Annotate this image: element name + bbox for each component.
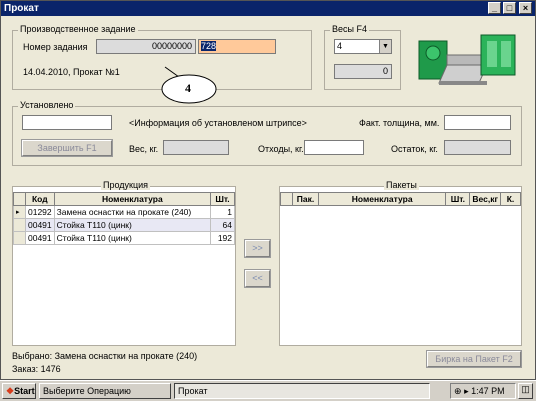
row-selector-header xyxy=(13,192,26,206)
row-code: 00491 xyxy=(25,218,55,232)
row-name: Стойка Т110 (цинк) xyxy=(53,231,212,245)
weight-label: Вес, кг. xyxy=(129,144,159,154)
thickness-label: Факт. толщина, мм. xyxy=(359,118,440,128)
task-number-input-value: 728 xyxy=(201,41,217,51)
row-selector xyxy=(13,231,26,245)
windows-logo-icon: ❖ xyxy=(6,386,15,396)
packages-table: Пак. Номенклатура Шт. Вес,кг К. xyxy=(280,192,521,206)
remainder-label: Остаток, кг. xyxy=(391,144,438,154)
scales-select[interactable]: 4 ▼ xyxy=(334,39,392,54)
callout-number: 4 xyxy=(185,81,191,95)
row-qty: 64 xyxy=(210,218,235,232)
table-row[interactable]: ▸ 01292 Замена оснастки на прокате (240)… xyxy=(13,205,235,219)
scales-selected-value: 4 xyxy=(337,41,343,51)
row-name: Замена оснастки на прокате (240) xyxy=(53,205,212,219)
window-title: Прокат xyxy=(4,3,39,14)
row-code: 00491 xyxy=(25,231,55,245)
products-group-label: Продукция xyxy=(101,180,151,190)
minimize-button[interactable]: _ xyxy=(488,2,501,14)
column-header-k[interactable]: К. xyxy=(500,192,521,206)
maximize-button[interactable]: □ xyxy=(503,2,516,14)
start-label: Start xyxy=(14,386,35,396)
row-qty: 192 xyxy=(210,231,235,245)
row-code: 01292 xyxy=(25,205,55,219)
rolling-machine-image xyxy=(418,34,516,85)
scales-group-label: Весы F4 xyxy=(330,24,369,34)
remainder-field xyxy=(444,140,511,155)
column-header-qty[interactable]: Шт. xyxy=(210,192,235,206)
move-back-button[interactable]: << xyxy=(244,269,271,288)
packages-panel xyxy=(279,186,522,346)
taskbar-item-operation[interactable]: Выберите Операцию xyxy=(39,383,171,399)
weight-field xyxy=(163,140,229,155)
row-qty: 1 xyxy=(210,205,235,219)
task-number-label: Номер задания xyxy=(23,42,88,52)
waste-label: Отходы, кг. xyxy=(258,144,304,154)
clock: 1:47 PM xyxy=(471,386,505,396)
taskbar-item-rolling[interactable]: Прокат xyxy=(174,383,430,399)
strip-info-text: <Информация об установленом штрипсе> xyxy=(129,118,307,128)
show-desktop-icon[interactable]: ◫ xyxy=(518,383,533,399)
strip-code-input[interactable] xyxy=(22,115,112,130)
finish-button[interactable]: Завершить F1 xyxy=(21,139,113,157)
start-button[interactable]: ❖Start xyxy=(2,383,36,399)
title-bar: Прокат _ □ × xyxy=(1,1,535,16)
column-header-package[interactable]: Пак. xyxy=(292,192,319,206)
waste-input[interactable] xyxy=(304,140,364,155)
row-selector xyxy=(13,218,26,232)
selected-item-text: Выбрано: Замена оснастки на прокате (240… xyxy=(12,351,198,361)
package-label-button[interactable]: Бирка на Пакет F2 xyxy=(426,350,522,368)
main-window: Прокат _ □ × Производственное задание Но… xyxy=(0,0,536,380)
task-number-input[interactable]: 728 xyxy=(198,39,276,54)
thickness-input[interactable] xyxy=(444,115,511,130)
network-icon[interactable]: ⊕ xyxy=(454,386,462,396)
tray-icon[interactable]: ▸ xyxy=(464,386,469,396)
system-tray: ⊕ ▸ 1:47 PM xyxy=(450,383,516,399)
column-header-qty[interactable]: Шт. xyxy=(445,192,471,206)
task-number-field: 00000000 xyxy=(96,39,196,54)
products-table: Код Номенклатура Шт. ▸ 01292 Замена осна… xyxy=(13,192,235,245)
table-row[interactable]: 00491 Стойка Т110 (цинк) 64 xyxy=(13,218,235,232)
move-to-package-button[interactable]: >> xyxy=(244,239,271,258)
packages-group-label: Пакеты xyxy=(384,180,419,190)
table-row[interactable]: 00491 Стойка Т110 (цинк) 192 xyxy=(13,231,235,245)
task-info-text: 14.04.2010, Прокат №1 xyxy=(23,67,120,77)
column-header-weight[interactable]: Вес,кг xyxy=(469,192,501,206)
scales-reading: 0 xyxy=(334,64,392,79)
column-header-code[interactable]: Код xyxy=(25,192,55,206)
installed-group-label: Установлено xyxy=(18,100,76,110)
row-selector-header xyxy=(280,192,293,206)
row-name: Стойка Т110 (цинк) xyxy=(53,218,212,232)
taskbar: ❖Start Выберите Операцию Прокат ⊕ ▸ 1:47… xyxy=(0,380,536,401)
column-header-name[interactable]: Номенклатура xyxy=(53,192,212,206)
current-row-indicator-icon: ▸ xyxy=(13,205,26,219)
column-header-name[interactable]: Номенклатура xyxy=(317,192,447,206)
chevron-down-icon[interactable]: ▼ xyxy=(379,40,391,53)
close-button[interactable]: × xyxy=(519,2,532,14)
order-number-text: Заказ: 1476 xyxy=(12,364,61,374)
task-group-label: Производственное задание xyxy=(18,24,138,34)
